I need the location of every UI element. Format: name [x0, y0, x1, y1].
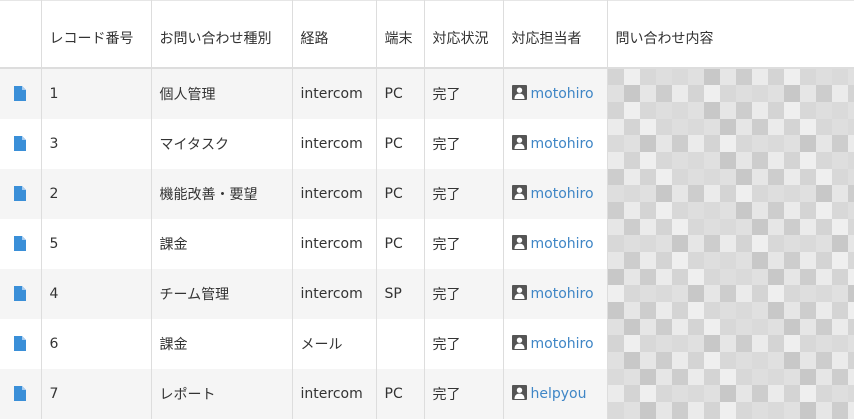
record-number: 1 [41, 68, 151, 119]
table-row[interactable]: 4チーム管理intercomSP完了 motohiro [0, 269, 854, 319]
person-icon [512, 85, 527, 100]
header-record-number[interactable]: レコード番号 [41, 1, 151, 68]
inquiry-content [607, 369, 854, 419]
route: intercom [292, 369, 376, 419]
inquiry-content [607, 169, 854, 219]
record-number: 6 [41, 319, 151, 369]
route: intercom [292, 68, 376, 119]
assignee-link[interactable]: helpyou [531, 386, 587, 402]
person-icon [512, 135, 527, 150]
header-route[interactable]: 経路 [292, 1, 376, 68]
inquiry-type: マイタスク [151, 119, 292, 169]
inquiry-content [607, 319, 854, 369]
redacted-content [608, 119, 854, 169]
inquiry-content [607, 269, 854, 319]
table-row[interactable]: 3マイタスクintercomPC完了 motohiro [0, 119, 854, 169]
status: 完了 [424, 269, 503, 319]
header-status[interactable]: 対応状況 [424, 1, 503, 68]
status: 完了 [424, 169, 503, 219]
person-icon [512, 185, 527, 200]
redacted-content [608, 169, 854, 219]
header-inquiry-content[interactable]: 問い合わせ内容 [607, 1, 854, 68]
status: 完了 [424, 369, 503, 419]
header-assignee[interactable]: 対応担当者 [503, 1, 607, 68]
person-icon [512, 285, 527, 300]
record-number: 4 [41, 269, 151, 319]
assignee-link[interactable]: motohiro [531, 136, 594, 152]
header-device[interactable]: 端末 [376, 1, 424, 68]
assignee-cell: motohiro [503, 119, 607, 169]
document-icon[interactable] [14, 186, 26, 201]
inquiry-type: レポート [151, 369, 292, 419]
device: PC [376, 219, 424, 269]
status: 完了 [424, 68, 503, 119]
device: PC [376, 119, 424, 169]
device: PC [376, 169, 424, 219]
inquiry-content [607, 219, 854, 269]
assignee-cell: motohiro [503, 219, 607, 269]
status: 完了 [424, 319, 503, 369]
assignee-cell: motohiro [503, 269, 607, 319]
route: intercom [292, 169, 376, 219]
table-row[interactable]: 1個人管理intercomPC完了 motohiro [0, 68, 854, 119]
record-number: 2 [41, 169, 151, 219]
record-number: 3 [41, 119, 151, 169]
inquiry-type: 課金 [151, 219, 292, 269]
inquiry-content [607, 68, 854, 119]
inquiry-type: チーム管理 [151, 269, 292, 319]
device: PC [376, 68, 424, 119]
header-row: レコード番号 お問い合わせ種別 経路 端末 対応状況 対応担当者 問い合わせ内容 [0, 1, 854, 68]
document-icon[interactable] [14, 86, 26, 101]
document-icon[interactable] [14, 286, 26, 301]
status: 完了 [424, 219, 503, 269]
record-number: 7 [41, 369, 151, 419]
inquiry-type: 機能改善・要望 [151, 169, 292, 219]
records-table: レコード番号 お問い合わせ種別 経路 端末 対応状況 対応担当者 問い合わせ内容… [0, 0, 854, 419]
assignee-link[interactable]: motohiro [531, 286, 594, 302]
redacted-content [608, 269, 854, 319]
redacted-content [608, 369, 854, 419]
table-row[interactable]: 5課金intercomPC完了 motohiro [0, 219, 854, 269]
assignee-link[interactable]: motohiro [531, 186, 594, 202]
device: PC [376, 369, 424, 419]
assignee-link[interactable]: motohiro [531, 336, 594, 352]
redacted-content [608, 219, 854, 269]
person-icon [512, 385, 527, 400]
assignee-cell: helpyou [503, 369, 607, 419]
inquiry-type: 課金 [151, 319, 292, 369]
table-row[interactable]: 7レポートintercomPC完了 helpyou [0, 369, 854, 419]
document-icon[interactable] [14, 136, 26, 151]
assignee-cell: motohiro [503, 319, 607, 369]
inquiry-content [607, 119, 854, 169]
table-row[interactable]: 6課金メール完了 motohiro [0, 319, 854, 369]
inquiry-type: 個人管理 [151, 68, 292, 119]
header-icon-column [0, 1, 41, 68]
route: メール [292, 319, 376, 369]
person-icon [512, 335, 527, 350]
assignee-cell: motohiro [503, 169, 607, 219]
header-inquiry-type[interactable]: お問い合わせ種別 [151, 1, 292, 68]
status: 完了 [424, 119, 503, 169]
document-icon[interactable] [14, 336, 26, 351]
device: SP [376, 269, 424, 319]
route: intercom [292, 219, 376, 269]
record-number: 5 [41, 219, 151, 269]
table-row[interactable]: 2機能改善・要望intercomPC完了 motohiro [0, 169, 854, 219]
route: intercom [292, 269, 376, 319]
assignee-link[interactable]: motohiro [531, 86, 594, 102]
assignee-cell: motohiro [503, 68, 607, 119]
route: intercom [292, 119, 376, 169]
redacted-content [608, 319, 854, 369]
document-icon[interactable] [14, 236, 26, 251]
device [376, 319, 424, 369]
redacted-content [608, 69, 854, 119]
assignee-link[interactable]: motohiro [531, 236, 594, 252]
document-icon[interactable] [14, 386, 26, 401]
person-icon [512, 235, 527, 250]
